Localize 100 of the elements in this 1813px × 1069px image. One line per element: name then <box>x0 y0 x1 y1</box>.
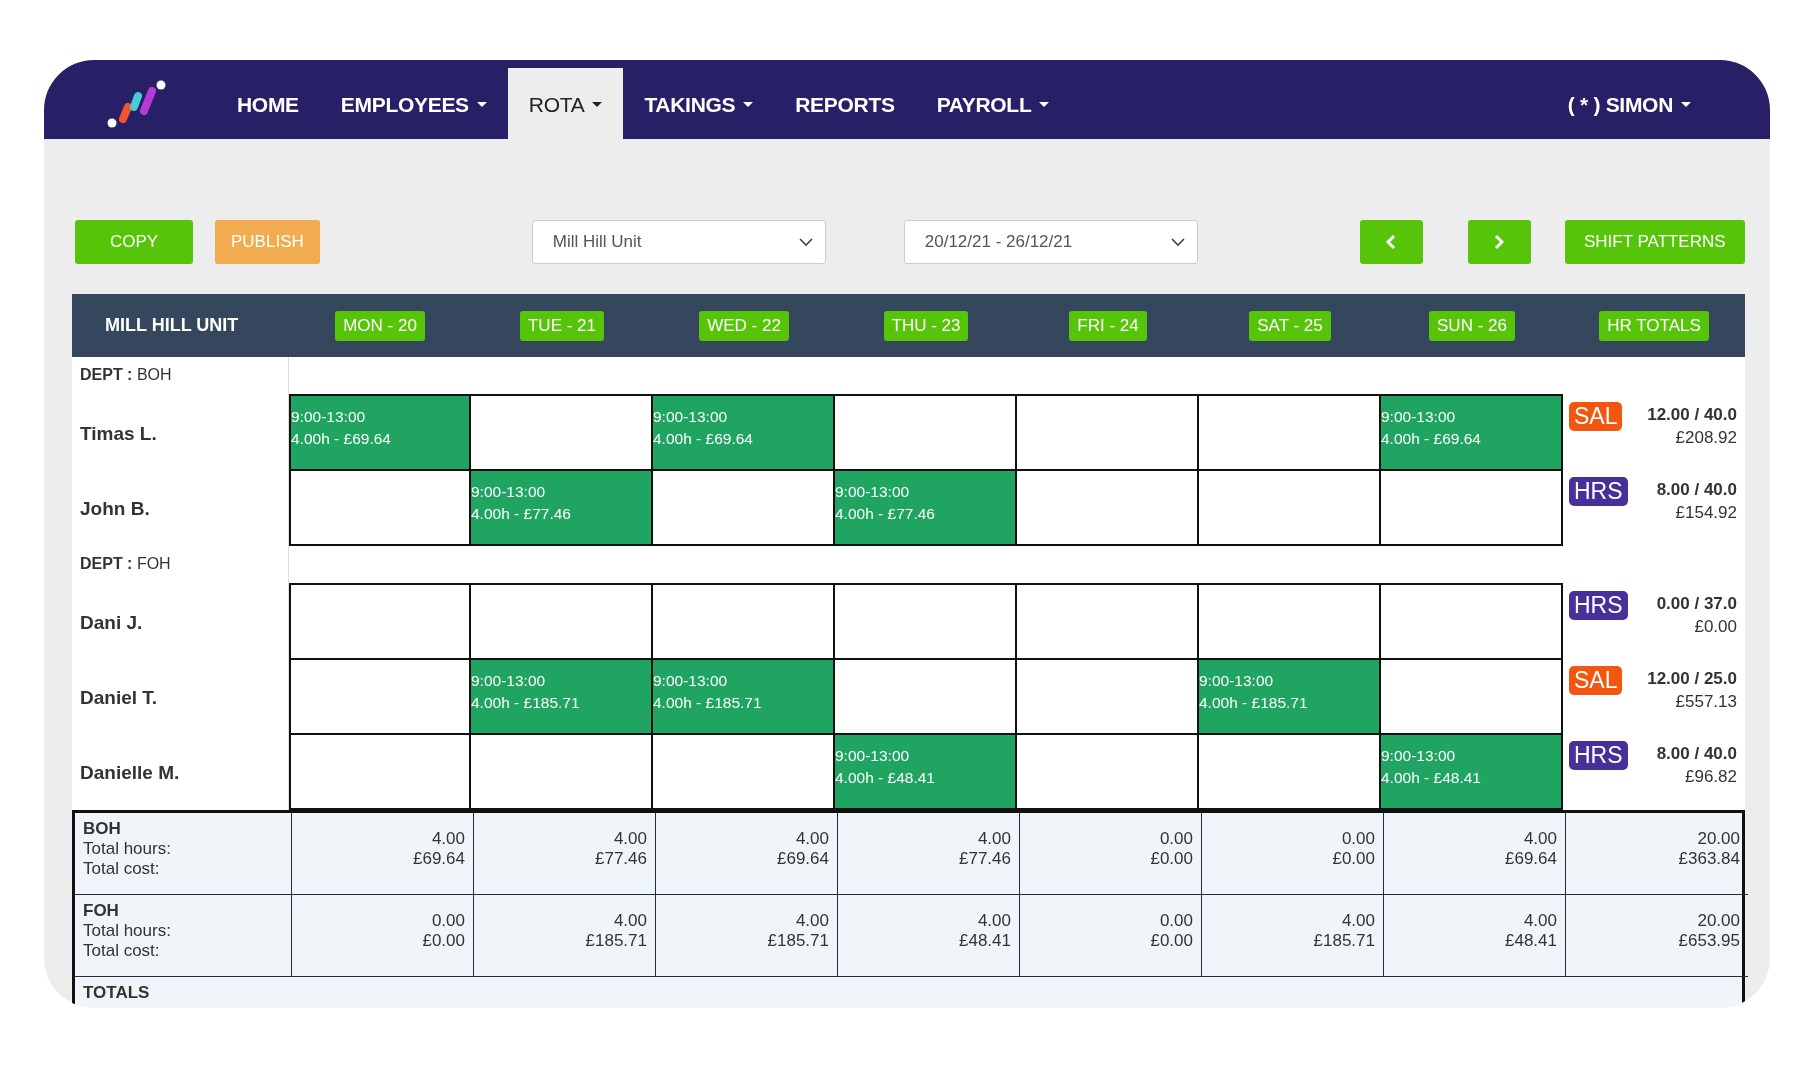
cost-value: £0.00 <box>422 931 465 951</box>
nav-item[interactable]: ROTA <box>507 68 624 139</box>
hours-total: 8.00 / 40.0 <box>1656 744 1737 764</box>
cost-value: £48.41 <box>959 931 1011 951</box>
empty-shift-cell[interactable] <box>835 585 1017 660</box>
hours-value: 4.00 <box>795 829 829 849</box>
shift-pay: 4.00h - £69.64 <box>291 430 392 448</box>
hours-value: 4.00 <box>1341 911 1375 931</box>
nav-item[interactable]: EMPLOYEES <box>319 60 508 139</box>
employee-name: Daniel T. <box>80 686 158 709</box>
totals-label: HR TOTALS <box>1599 310 1709 341</box>
hours-value: 4.00 <box>613 829 647 849</box>
week-select[interactable]: 20/12/21 - 26/12/21 <box>903 220 1198 264</box>
shift-pay: 4.00h - £48.41 <box>1381 769 1482 787</box>
shift-block[interactable]: 9:00-13:00 4.00h - £185.71 <box>1199 660 1381 735</box>
shift-block[interactable]: 9:00-13:00 4.00h - £77.46 <box>835 471 1017 546</box>
cost-total: £96.82 <box>1685 767 1737 787</box>
empty-shift-cell[interactable] <box>289 585 471 660</box>
shift-time: 9:00-13:00 <box>471 672 547 690</box>
cost-value: £77.46 <box>595 849 647 869</box>
pay-type-badge: HRS <box>1569 591 1628 620</box>
shift-pay: 4.00h - £185.71 <box>1199 694 1309 712</box>
nav-item[interactable]: PAYROLL <box>915 60 1071 139</box>
cost-total: £154.92 <box>1675 503 1737 523</box>
shift-time: 9:00-13:00 <box>835 747 911 765</box>
pay-type-badge: HRS <box>1569 741 1628 770</box>
shift-block[interactable]: 9:00-13:00 4.00h - £185.71 <box>653 660 835 735</box>
shift-block[interactable]: 9:00-13:00 4.00h - £69.64 <box>289 396 471 471</box>
cost-value: £69.64 <box>777 849 829 869</box>
cost-value: £69.64 <box>413 849 465 869</box>
shift-block[interactable]: 9:00-13:00 4.00h - £69.64 <box>653 396 835 471</box>
employee-name: John B. <box>80 497 150 520</box>
empty-shift-cell[interactable] <box>1199 471 1381 546</box>
shift-time: 9:00-13:00 <box>1199 672 1275 690</box>
empty-shift-cell[interactable] <box>1381 471 1563 546</box>
hours-value: 0.00 <box>1159 829 1193 849</box>
hours-label: Total hours: <box>83 839 172 859</box>
nav-item[interactable]: TAKINGS <box>623 60 775 139</box>
shift-block[interactable]: 9:00-13:00 4.00h - £48.41 <box>1381 735 1563 810</box>
cost-value: £48.41 <box>1505 931 1557 951</box>
hours-value: 4.00 <box>1523 829 1557 849</box>
shift-block[interactable]: 9:00-13:00 4.00h - £77.46 <box>471 471 653 546</box>
unit-title: MILL HILL UNIT <box>104 315 240 336</box>
hours-value: 4.00 <box>1523 911 1557 931</box>
shift-time: 9:00-13:00 <box>1381 747 1457 765</box>
shift-time: 9:00-13:00 <box>653 672 729 690</box>
hours-value: 4.00 <box>795 911 829 931</box>
shift-pay: 4.00h - £77.46 <box>471 505 572 523</box>
shift-patterns-button[interactable]: SHIFT PATTERNS <box>1564 220 1745 264</box>
shift-pay: 4.00h - £69.64 <box>653 430 754 448</box>
employee-name: Dani J. <box>80 611 143 634</box>
shift-time: 9:00-13:00 <box>471 483 547 501</box>
chevron-down-icon <box>1170 237 1185 247</box>
hours-value: 4.00 <box>977 911 1011 931</box>
hours-label: Total hours: <box>83 921 172 941</box>
shift-block[interactable]: 9:00-13:00 4.00h - £48.41 <box>835 735 1017 810</box>
totals-heading: TOTALS <box>83 983 150 1002</box>
caret-icon <box>743 102 754 107</box>
cost-value: £185.71 <box>767 931 829 951</box>
copy-button[interactable]: COPY <box>75 220 193 264</box>
empty-shift-cell[interactable] <box>1017 396 1199 471</box>
empty-shift-cell[interactable] <box>1381 585 1563 660</box>
day-label: WED - 22 <box>699 310 789 341</box>
day-label: SAT - 25 <box>1249 310 1331 341</box>
nav-item[interactable]: REPORTS <box>774 60 916 139</box>
department-name: FOH <box>83 901 120 921</box>
cost-label: Total cost: <box>83 859 161 879</box>
shift-block[interactable]: 9:00-13:00 4.00h - £69.64 <box>1381 396 1563 471</box>
shift-pay: 4.00h - £185.71 <box>653 694 763 712</box>
cost-total: £0.00 <box>1694 617 1737 637</box>
hours-value: 20.00 <box>1697 911 1740 931</box>
hours-value: 4.00 <box>977 829 1011 849</box>
cost-total: £557.13 <box>1675 692 1737 712</box>
publish-button[interactable]: PUBLISH <box>215 220 320 264</box>
cost-label: Total cost: <box>83 941 161 961</box>
hours-value: 0.00 <box>1159 911 1193 931</box>
shift-pay: 4.00h - £185.71 <box>471 694 581 712</box>
day-label: THU - 23 <box>883 310 969 341</box>
unit-select[interactable]: Mill Hill Unit <box>531 220 826 264</box>
nav-item[interactable]: HOME <box>216 60 320 139</box>
cost-value: £653.95 <box>1678 931 1740 951</box>
user-menu[interactable]: ( * ) SIMON <box>1546 60 1712 139</box>
cost-value: £185.71 <box>1313 931 1375 951</box>
empty-shift-cell[interactable] <box>1017 585 1199 660</box>
day-label: FRI - 24 <box>1069 310 1147 341</box>
pay-type-badge: HRS <box>1569 477 1628 506</box>
employee-name: Danielle M. <box>80 761 180 784</box>
department-name: BOH <box>83 819 122 839</box>
pay-type-badge: SAL <box>1569 402 1623 431</box>
hours-value: 4.00 <box>613 911 647 931</box>
caret-icon <box>1039 102 1050 107</box>
pay-type-badge: SAL <box>1569 666 1623 695</box>
shift-block[interactable]: 9:00-13:00 4.00h - £185.71 <box>471 660 653 735</box>
shift-time: 9:00-13:00 <box>835 483 911 501</box>
day-label: MON - 20 <box>335 310 425 341</box>
cost-value: £0.00 <box>1150 931 1193 951</box>
caret-icon <box>476 102 487 107</box>
logo-icon[interactable] <box>106 78 166 129</box>
caret-icon <box>1681 102 1691 107</box>
department-label: DEPT : BOH <box>80 366 172 384</box>
